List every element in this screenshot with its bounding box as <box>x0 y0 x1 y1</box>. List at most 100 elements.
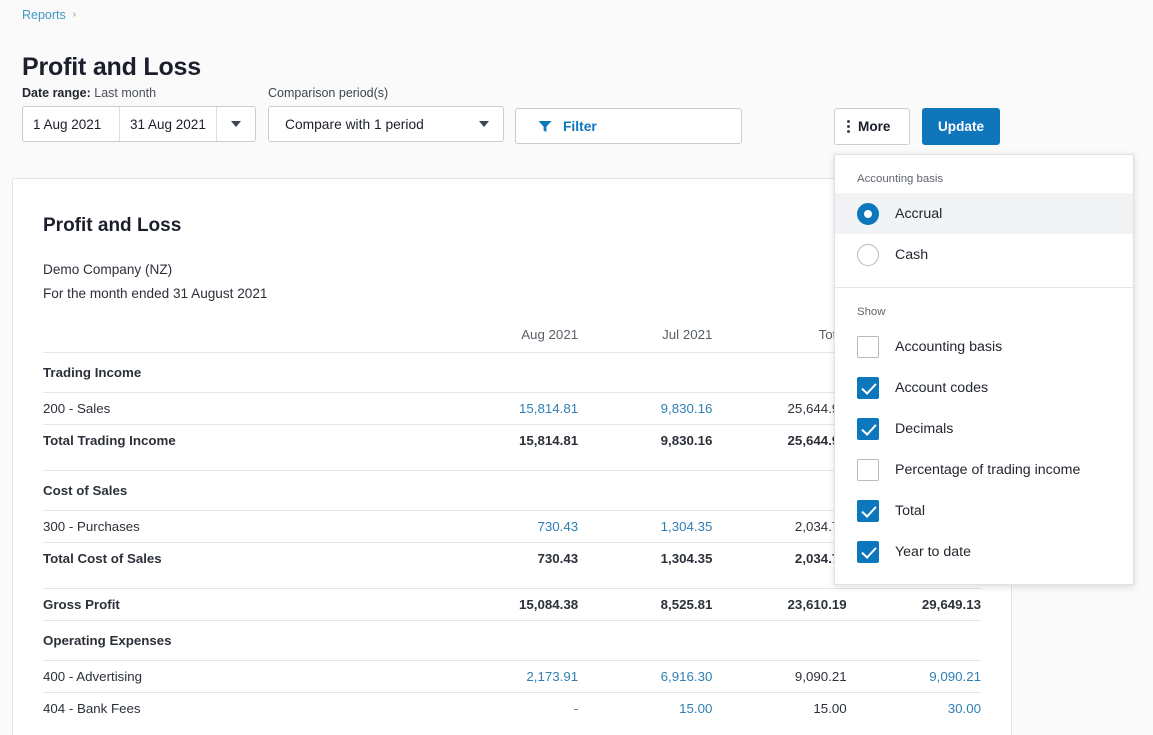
filter-icon <box>538 120 552 133</box>
update-button[interactable]: Update <box>922 108 1000 145</box>
comparison-period-group: Comparison period(s) Compare with 1 peri… <box>268 86 504 142</box>
amount-link[interactable]: 2,173.91 <box>526 669 578 684</box>
date-range-label-value: Last month <box>91 86 156 100</box>
amount-link[interactable]: 15,814.81 <box>519 401 578 416</box>
amount-cell: 6,916.30 <box>578 661 712 693</box>
option-label: Decimals <box>895 421 953 437</box>
section-title: Operating Expenses <box>43 621 444 661</box>
option-label: Total <box>895 503 925 519</box>
amount-cell: 15.00 <box>578 693 712 725</box>
column-header-total: Total <box>712 327 846 353</box>
amount-cell: 9,830.16 <box>578 393 712 425</box>
amount-cell: 15,814.81 <box>444 425 578 457</box>
amount-link[interactable]: 6,916.30 <box>661 669 713 684</box>
report-company: Demo Company (NZ) <box>43 258 267 282</box>
chevron-down-icon <box>479 121 489 127</box>
table-section-row: Operating Expenses <box>43 621 981 661</box>
amount-cell: 30.00 <box>847 693 981 725</box>
date-to-input[interactable] <box>120 107 217 141</box>
section-blank-cell <box>578 471 712 511</box>
section-blank-cell <box>444 353 578 393</box>
table-row: 400 - Advertising2,173.916,916.309,090.2… <box>43 661 981 693</box>
report-period: For the month ended 31 August 2021 <box>43 282 267 306</box>
row-label: 400 - Advertising <box>43 661 444 693</box>
page-title: Profit and Loss <box>22 53 201 82</box>
checkbox-checked-icon[interactable] <box>857 541 879 563</box>
checkbox-checked-icon[interactable] <box>857 377 879 399</box>
accounting-basis-group: Accounting basis Accrual Cash <box>835 155 1133 288</box>
amount-link[interactable]: - <box>574 701 578 716</box>
amount-link[interactable]: 730.43 <box>537 519 578 534</box>
amount-cell: 25,644.97 <box>712 393 846 425</box>
breadcrumb-link-reports[interactable]: Reports <box>22 6 66 24</box>
checkbox-unchecked-icon[interactable] <box>857 459 879 481</box>
comparison-period-label: Comparison period(s) <box>268 86 504 100</box>
breadcrumb-separator-icon: › <box>73 6 76 24</box>
spacer-cell <box>43 575 444 589</box>
accounting-basis-options: Accrual Cash <box>835 193 1133 275</box>
show-option[interactable]: Account codes <box>835 367 1133 408</box>
amount-cell: 25,644.97 <box>712 425 846 457</box>
option-label: Percentage of trading income <box>895 462 1080 478</box>
row-label: 300 - Purchases <box>43 511 444 543</box>
amount-cell: 23,610.19 <box>712 589 846 621</box>
amount-cell: 8,525.81 <box>578 589 712 621</box>
breadcrumb: Reports › <box>22 6 76 24</box>
date-range-dropdown-button[interactable] <box>217 107 255 141</box>
section-title: Cost of Sales <box>43 471 444 511</box>
amount-cell: 2,034.78 <box>712 543 846 575</box>
section-blank-cell <box>712 471 846 511</box>
show-options: Accounting basis Account codes Decimals Per… <box>835 326 1133 572</box>
column-header-label <box>43 327 444 353</box>
more-button[interactable]: More <box>834 108 910 145</box>
show-option[interactable]: Percentage of trading income <box>835 449 1133 490</box>
amount-link[interactable]: 30.00 <box>948 701 981 716</box>
section-blank-cell <box>444 621 578 661</box>
amount-link[interactable]: 9,830.16 <box>661 401 713 416</box>
option-label: Year to date <box>895 544 971 560</box>
table-row: Gross Profit15,084.388,525.8123,610.1929… <box>43 589 981 621</box>
spacer-cell <box>712 457 846 471</box>
show-option[interactable]: Year to date <box>835 531 1133 572</box>
amount-cell: 15,814.81 <box>444 393 578 425</box>
amount-cell: - <box>444 693 578 725</box>
show-option[interactable]: Total <box>835 490 1133 531</box>
table-row: 404 - Bank Fees-15.0015.0030.00 <box>43 693 981 725</box>
more-button-label: More <box>858 119 890 134</box>
accounting-basis-option[interactable]: Accrual <box>835 193 1133 234</box>
amount-link[interactable]: 1,304.35 <box>661 519 713 534</box>
option-label: Cash <box>895 247 928 263</box>
amount-cell: 15,084.38 <box>444 589 578 621</box>
amount-link[interactable]: 15.00 <box>679 701 712 716</box>
amount-link[interactable]: 9,090.21 <box>929 669 981 684</box>
amount-cell: 15.00 <box>712 693 846 725</box>
checkbox-checked-icon[interactable] <box>857 418 879 440</box>
radio-checked-icon[interactable] <box>857 203 879 225</box>
section-blank-cell <box>578 621 712 661</box>
section-title: Trading Income <box>43 353 444 393</box>
section-blank-cell <box>578 353 712 393</box>
radio-unchecked-icon[interactable] <box>857 244 879 266</box>
show-option[interactable]: Accounting basis <box>835 326 1133 367</box>
amount-cell: 1,304.35 <box>578 511 712 543</box>
row-label: Total Trading Income <box>43 425 444 457</box>
amount-cell: 2,173.91 <box>444 661 578 693</box>
chevron-down-icon <box>231 121 241 127</box>
section-blank-cell <box>847 621 981 661</box>
kebab-menu-icon <box>847 120 850 133</box>
section-blank-cell <box>712 621 846 661</box>
option-label: Accounting basis <box>895 339 1002 355</box>
amount-cell: 29,649.13 <box>847 589 981 621</box>
comparison-period-select[interactable]: Compare with 1 period <box>268 106 504 142</box>
date-range-label: Date range: Last month <box>22 86 256 100</box>
show-option[interactable]: Decimals <box>835 408 1133 449</box>
profit-and-loss-page: Reports › Profit and Loss Date range: La… <box>0 0 1153 735</box>
accounting-basis-option[interactable]: Cash <box>835 234 1133 275</box>
accounting-basis-caption: Accounting basis <box>835 155 1133 193</box>
checkbox-checked-icon[interactable] <box>857 500 879 522</box>
date-range-group: Date range: Last month <box>22 86 256 142</box>
date-from-input[interactable] <box>23 107 120 141</box>
amount-cell: 9,090.21 <box>712 661 846 693</box>
checkbox-unchecked-icon[interactable] <box>857 336 879 358</box>
filter-button[interactable]: Filter <box>515 108 742 144</box>
